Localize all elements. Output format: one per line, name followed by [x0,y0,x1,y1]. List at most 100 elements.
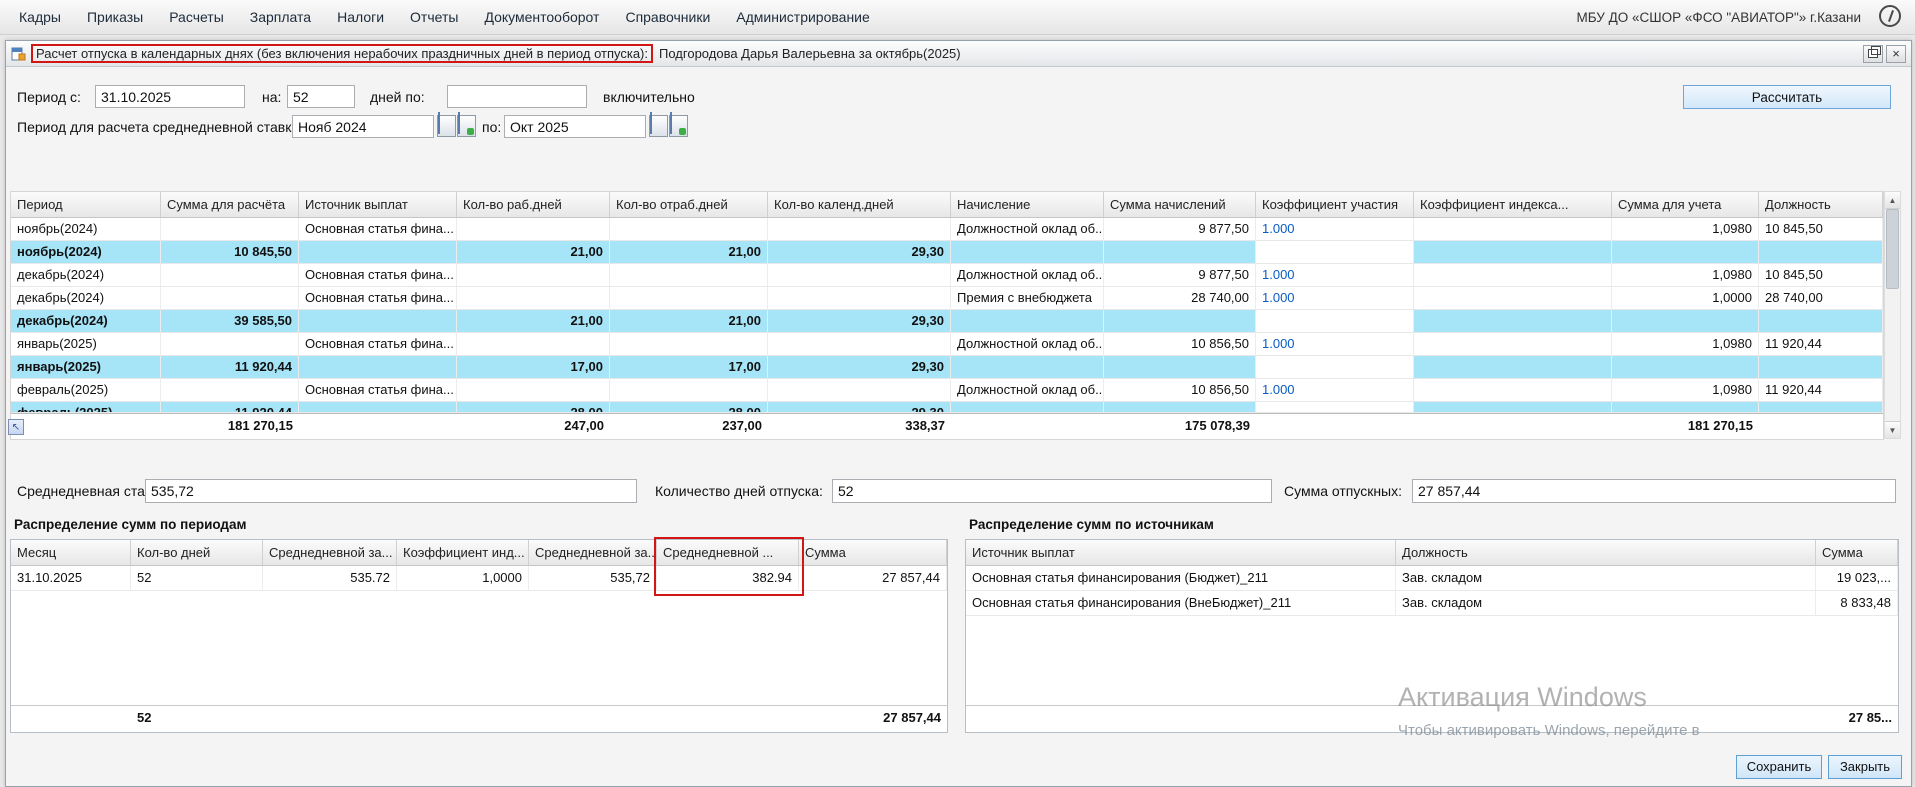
table-cell: 29,30 [768,402,951,413]
column-header[interactable]: Коэффициент инд... [397,540,529,566]
save-button[interactable]: Сохранить [1736,755,1822,779]
footer-cell [11,706,131,731]
inclusive-label: включительно [603,85,695,109]
table-row[interactable]: февраль(2025)Основная статья фина...Долж… [11,379,1883,402]
totals-cell [1256,414,1414,439]
column-header[interactable]: Должность [1759,192,1883,218]
table-cell [1256,241,1414,264]
table-cell: 1,0980 [1612,379,1759,402]
column-header[interactable]: Кол-во дней [131,540,263,566]
table-cell[interactable]: 1.000 [1256,379,1414,402]
calendar-icon[interactable] [649,115,668,137]
table-cell [299,310,457,333]
column-header[interactable]: Источник выплат [966,540,1396,566]
table-row[interactable]: декабрь(2024)Основная статья фина...Прем… [11,287,1883,310]
avg-to-label: по: [482,115,501,139]
column-header[interactable]: Среднедневной за... [529,540,657,566]
column-header[interactable]: Должность [1396,540,1816,566]
table-cell: 17,00 [457,356,610,379]
table-cell [951,402,1104,413]
close-icon[interactable]: × [1886,45,1906,63]
period-from-input[interactable] [95,85,245,108]
days-to-input[interactable] [447,85,587,108]
vertical-scrollbar[interactable]: ▲ ▼ [1884,191,1901,439]
table-cell: 17,00 [610,356,768,379]
menubar-item[interactable]: Документооборот [471,1,612,33]
table-row[interactable]: декабрь(2024)Основная статья фина...Долж… [11,264,1883,287]
table-cell[interactable]: 1.000 [1256,264,1414,287]
menubar-item[interactable]: Налоги [324,1,397,33]
table-cell: 28,00 [457,402,610,413]
column-header[interactable]: Коэффициент индекса... [1414,192,1612,218]
avg-to-input[interactable] [504,115,646,138]
window-icon [11,46,27,62]
column-header[interactable]: Среднедневной за... [263,540,397,566]
window-titlebar[interactable]: Расчет отпуска в календарных днях (без в… [6,41,1911,67]
calendar-select-icon[interactable] [669,115,688,137]
column-header[interactable]: Сумма [1816,540,1898,566]
table-cell [951,241,1104,264]
table-cell [457,379,610,402]
table-group-row[interactable]: февраль(2025)11 920,4428,0028,0029,30 [11,402,1883,413]
column-header[interactable]: Кол-во отраб.дней [610,192,768,218]
menubar-item[interactable]: Кадры [6,1,74,33]
close-form-button[interactable]: Закрыть [1828,755,1902,779]
scroll-up-icon[interactable]: ▲ [1885,192,1900,209]
table-row[interactable]: Основная статья финансирования (Бюджет)_… [966,566,1898,591]
periods-panel-title: Распределение сумм по периодам [14,517,247,532]
table-row[interactable]: Основная статья финансирования (ВнеБюдже… [966,591,1898,616]
calendar-select-icon[interactable] [457,115,476,137]
column-header[interactable]: Коэффициент участия [1256,192,1414,218]
column-header[interactable]: Начисление [951,192,1104,218]
menubar-item[interactable]: Расчеты [156,1,237,33]
column-header[interactable]: Источник выплат [299,192,457,218]
column-header[interactable]: Сумма начислений [1104,192,1256,218]
table-cell: 535.72 [263,566,397,591]
scrollbar-thumb[interactable] [1886,209,1899,289]
table-row[interactable]: 31.10.202552535.721,0000535,72382.9427 8… [11,566,947,591]
table-cell: 9 877,50 [1104,264,1256,287]
calendar-icon[interactable] [437,115,456,137]
table-group-row[interactable]: ноябрь(2024)10 845,5021,0021,0029,30 [11,241,1883,264]
scroll-down-icon[interactable]: ▼ [1885,421,1900,438]
table-cell[interactable]: 1.000 [1256,333,1414,356]
menubar-item[interactable]: Администрирование [723,1,883,33]
column-header[interactable]: Период [11,192,161,218]
table-cell [161,287,299,310]
table-group-row[interactable]: декабрь(2024)39 585,5021,0021,0029,30 [11,310,1883,333]
vacation-sum-input[interactable] [1412,479,1896,503]
table-cell: Должностной оклад об... [951,379,1104,402]
table-cell [1414,379,1612,402]
window-title-person: Подгородова Дарья Валерьевна за октябрь(… [659,46,961,61]
sources-table-header: Источник выплатДолжностьСумма [966,540,1898,566]
restore-icon[interactable] [1863,45,1883,63]
help-icon[interactable] [1879,5,1901,27]
table-cell[interactable]: 1.000 [1256,287,1414,310]
table-cell [610,287,768,310]
column-header[interactable]: Сумма для расчёта [161,192,299,218]
avg-from-input[interactable] [292,115,434,138]
menubar-item[interactable]: Зарплата [237,1,324,33]
column-header[interactable]: Сумма для учета [1612,192,1759,218]
grid-corner-icon[interactable]: ↖ [8,419,24,435]
vacation-days-input[interactable] [832,479,1272,503]
column-header[interactable]: Среднедневной ... [657,540,799,566]
column-header[interactable]: Кол-во календ.дней [768,192,951,218]
column-header[interactable]: Месяц [11,540,131,566]
menubar-item[interactable]: Отчеты [397,1,471,33]
table-row[interactable]: январь(2025)Основная статья фина...Должн… [11,333,1883,356]
table-cell [1414,356,1612,379]
table-cell: 10 845,50 [161,241,299,264]
totals-cell [1414,414,1612,439]
column-header[interactable]: Кол-во раб.дней [457,192,610,218]
table-cell[interactable]: 1.000 [1256,218,1414,241]
table-group-row[interactable]: январь(2025)11 920,4417,0017,0029,30 [11,356,1883,379]
table-row[interactable]: ноябрь(2024)Основная статья фина...Должн… [11,218,1883,241]
menubar-item[interactable]: Справочники [612,1,723,33]
footer-cell: 27 857,44 [799,706,947,731]
calculate-button[interactable]: Рассчитать [1683,85,1891,109]
days-count-input[interactable] [287,85,355,108]
menubar-item[interactable]: Приказы [74,1,156,33]
column-header[interactable]: Сумма [799,540,947,566]
avg-rate-input[interactable] [145,479,637,503]
